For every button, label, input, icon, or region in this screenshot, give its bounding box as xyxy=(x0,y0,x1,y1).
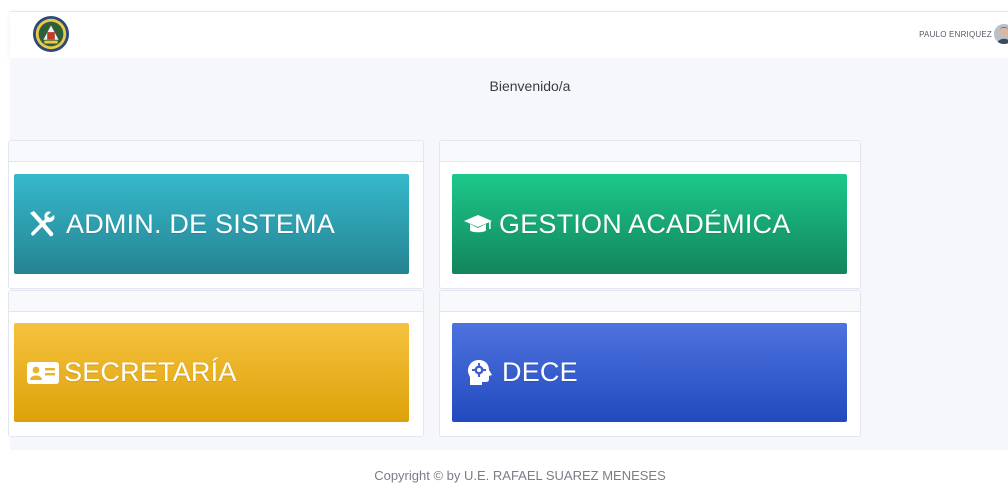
dece-label: DECE xyxy=(502,357,578,387)
gestion-academica-tile[interactable]: GESTION ACADÉMICA xyxy=(452,174,847,274)
card-header xyxy=(9,141,423,162)
copyright-text: Copyright © by U.E. RAFAEL SUAREZ MENESE… xyxy=(374,468,666,483)
tools-icon xyxy=(30,211,55,237)
secretaria-label: SECRETARÍA xyxy=(64,357,237,387)
secretaria-tile[interactable]: SECRETARÍA xyxy=(14,323,409,422)
dece-tile[interactable]: DECE xyxy=(452,323,847,422)
gestion-academica-label: GESTION ACADÉMICA xyxy=(499,208,791,239)
top-navbar: PAULO ENRIQUEZ xyxy=(10,11,1008,58)
welcome-heading: Bienvenido/a xyxy=(489,78,571,94)
school-logo[interactable] xyxy=(32,15,70,53)
dashboard-content: Bienvenido/a ADMIN. DE SISTEMA GESTION A… xyxy=(8,58,1008,450)
card-header xyxy=(9,291,423,312)
id-card-icon xyxy=(27,361,59,384)
graduation-cap-icon xyxy=(464,215,492,233)
admin-sistema-tile[interactable]: ADMIN. DE SISTEMA xyxy=(14,174,409,274)
admin-sistema-label: ADMIN. DE SISTEMA xyxy=(66,208,335,239)
user-avatar[interactable] xyxy=(994,24,1008,44)
user-name[interactable]: PAULO ENRIQUEZ xyxy=(919,30,992,39)
card-header xyxy=(440,141,860,162)
brain-head-icon xyxy=(468,359,492,385)
card-header xyxy=(440,291,860,312)
